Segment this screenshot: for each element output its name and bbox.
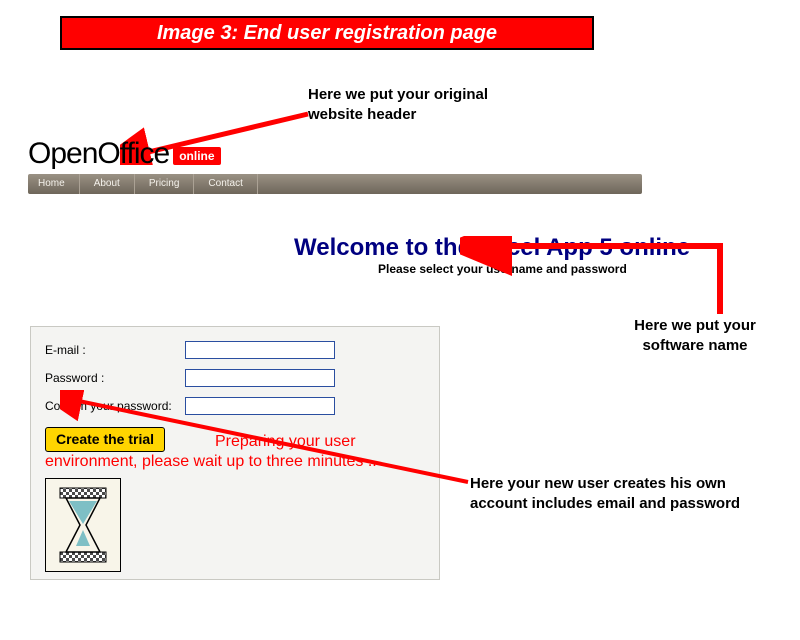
- password-field[interactable]: [185, 369, 335, 387]
- email-label: E-mail :: [45, 343, 185, 357]
- registration-form: E-mail : Password : Confirm your passwor…: [30, 326, 440, 580]
- logo-badge: online: [173, 147, 220, 165]
- callout-header: Here we put your original website header: [308, 85, 488, 124]
- title-banner-text: Image 3: End user registration page: [157, 22, 497, 45]
- nav-contact[interactable]: Contact: [194, 174, 257, 194]
- hourglass-icon: [45, 478, 121, 572]
- nav-home[interactable]: Home: [28, 174, 80, 194]
- page-headline: Welcome to the Excel App 5 online: [294, 234, 690, 262]
- email-field[interactable]: [185, 341, 335, 359]
- title-banner: Image 3: End user registration page: [60, 16, 594, 50]
- top-nav: Home About Pricing Contact: [28, 174, 642, 194]
- password-label: Password :: [45, 371, 185, 385]
- nav-about[interactable]: About: [80, 174, 135, 194]
- callout-software-name: Here we put your software name: [620, 316, 770, 355]
- create-trial-button[interactable]: Create the trial: [45, 427, 165, 452]
- site-logo: OpenOffice online: [28, 137, 221, 171]
- nav-pricing[interactable]: Pricing: [135, 174, 195, 194]
- callout-user-creates-account: Here your new user creates his own accou…: [470, 474, 740, 513]
- logo-text: OpenOffice: [28, 137, 169, 170]
- confirm-password-label: Confirm your password:: [45, 399, 185, 413]
- confirm-password-field[interactable]: [185, 397, 335, 415]
- page-subheadline: Please select your username and password: [378, 262, 627, 276]
